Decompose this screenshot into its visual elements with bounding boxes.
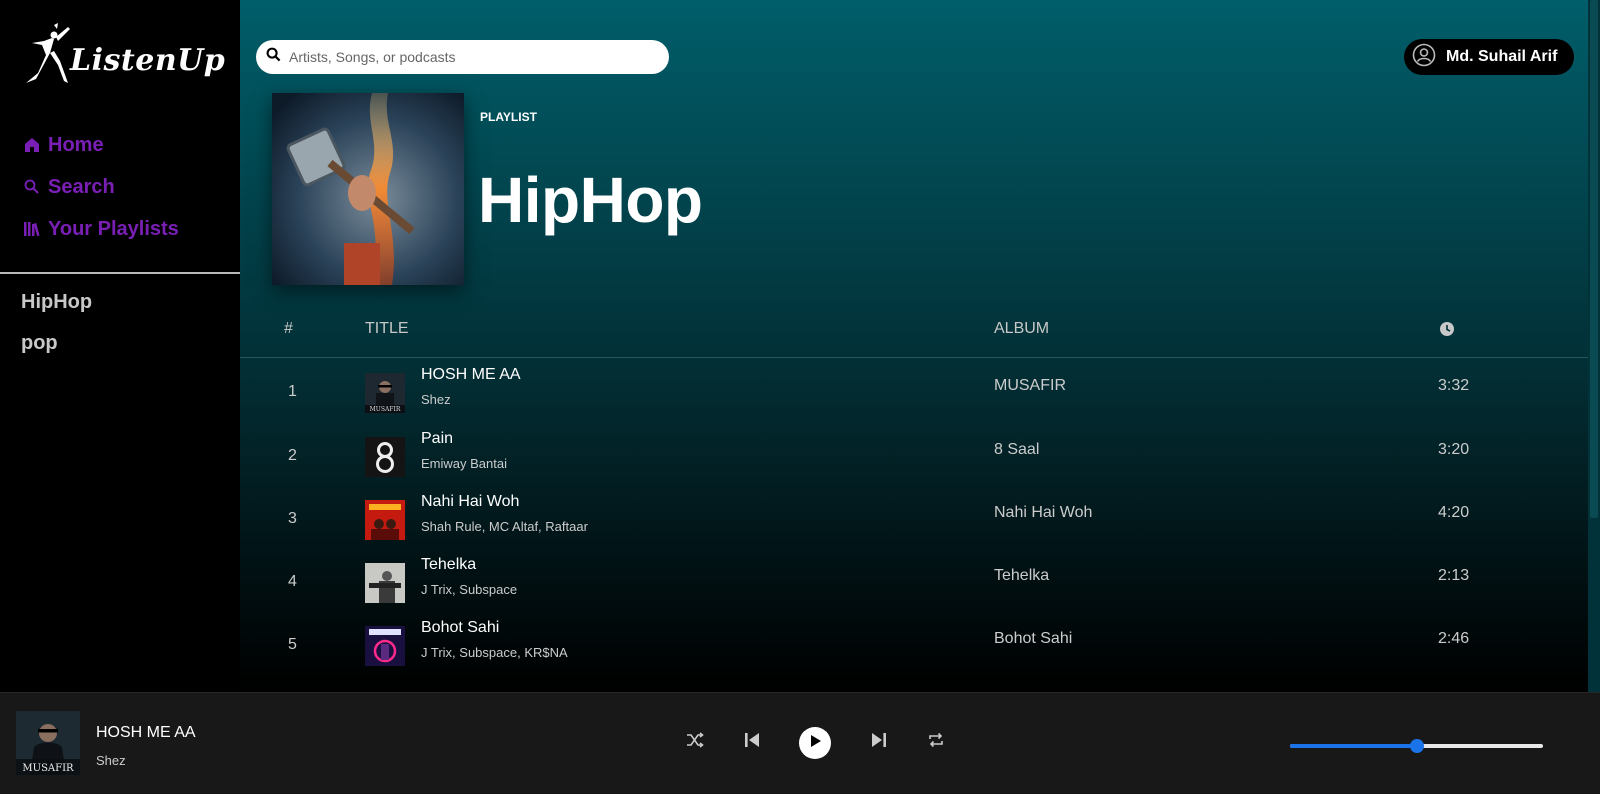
nav-your-playlists[interactable]: Your Playlists	[22, 208, 179, 250]
track-art	[365, 500, 405, 540]
track-number: 3	[288, 510, 297, 527]
now-playing-artist[interactable]: Shez	[96, 753, 126, 768]
column-album: ALBUM	[994, 320, 1050, 337]
dancer-logo-icon	[24, 21, 74, 87]
track-duration: 3:20	[1438, 441, 1470, 458]
track-artist[interactable]: Shez	[421, 392, 451, 407]
clock-icon	[1439, 321, 1455, 342]
sidebar-playlist-pop[interactable]: pop	[21, 329, 92, 370]
sidebar-divider	[0, 272, 240, 274]
track-row[interactable]: 3 Nahi Hai Woh Shah Rule, MC Altaf, Raft…	[240, 489, 1588, 551]
track-artist[interactable]: Emiway Bantai	[421, 456, 507, 471]
svg-text:MUSAFIR: MUSAFIR	[370, 406, 401, 413]
next-icon	[870, 731, 888, 754]
track-album[interactable]: Bohot Sahi	[994, 630, 1072, 648]
nav-search[interactable]: Search	[22, 166, 179, 208]
volume-knob[interactable]	[1409, 739, 1424, 753]
main-nav: Home Search Your Playlists	[22, 124, 179, 250]
playlist-cover-image	[272, 93, 464, 285]
volume-fill	[1290, 744, 1417, 748]
search-icon	[266, 47, 281, 67]
track-number: 2	[288, 447, 297, 464]
track-album[interactable]: 8 Saal	[994, 441, 1039, 459]
app-name: ListenUp	[70, 42, 226, 78]
column-number: #	[284, 320, 293, 337]
user-avatar-icon	[1412, 43, 1436, 72]
search-icon	[22, 177, 42, 197]
track-duration: 4:20	[1438, 504, 1470, 521]
volume-slider[interactable]	[1290, 739, 1543, 753]
next-button[interactable]	[867, 730, 891, 754]
track-artist[interactable]: J Trix, Subspace	[421, 582, 517, 597]
track-duration: 2:46	[1438, 630, 1470, 647]
now-playing-art-text: MUSAFIR	[22, 763, 74, 774]
playlist-kind-label: PLAYLIST	[480, 110, 537, 124]
playlist-title: HipHop	[478, 164, 703, 236]
track-row[interactable]: 5 Bohot Sahi J Trix, Subspace, KR$NA Boh…	[240, 615, 1588, 677]
track-duration: 2:13	[1438, 567, 1470, 584]
sidebar: ListenUp Home Search Your Playlists HipH…	[0, 0, 240, 692]
repeat-icon	[927, 731, 945, 754]
user-name: Md. Suhail Arif	[1446, 48, 1558, 65]
main-scrollbar[interactable]	[1588, 0, 1600, 692]
sidebar-playlist-hiphop[interactable]: HipHop	[21, 288, 92, 329]
nav-home[interactable]: Home	[22, 124, 179, 166]
user-profile-button[interactable]: Md. Suhail Arif	[1404, 39, 1574, 75]
play-icon	[808, 734, 822, 753]
track-album[interactable]: Tehelka	[994, 567, 1049, 585]
track-title[interactable]: Tehelka	[421, 556, 476, 574]
track-number: 4	[288, 573, 297, 590]
previous-button[interactable]	[740, 730, 764, 754]
track-art	[365, 563, 405, 603]
track-title[interactable]: Nahi Hai Woh	[421, 493, 519, 511]
track-row[interactable]: 4 Tehelka J Trix, Subspace Tehelka 2:13	[240, 552, 1588, 614]
previous-icon	[743, 731, 761, 754]
nav-search-label: Search	[48, 175, 115, 198]
shuffle-icon	[686, 731, 704, 754]
track-number: 1	[288, 383, 297, 400]
track-number: 5	[288, 636, 297, 653]
track-title[interactable]: Bohot Sahi	[421, 619, 499, 637]
search-input[interactable]	[289, 49, 649, 65]
track-table-header: # TITLE ALBUM	[240, 314, 1588, 358]
track-title[interactable]: HOSH ME AA	[421, 366, 521, 384]
track-artist[interactable]: Shah Rule, MC Altaf, Raftaar	[421, 519, 588, 534]
track-row[interactable]: 1 MUSAFIR HOSH ME AA Shez MUSAFIR 3:32	[240, 362, 1588, 424]
track-album[interactable]: Nahi Hai Woh	[994, 504, 1092, 522]
track-art	[365, 437, 405, 477]
player-bar: MUSAFIR HOSH ME AA Shez	[0, 692, 1600, 794]
column-title: TITLE	[365, 320, 409, 337]
repeat-button[interactable]	[924, 730, 948, 754]
play-button[interactable]	[799, 727, 831, 759]
scrollbar-thumb[interactable]	[1590, 0, 1598, 518]
track-duration: 3:32	[1438, 377, 1470, 394]
track-title[interactable]: Pain	[421, 430, 453, 448]
nav-your-playlists-label: Your Playlists	[48, 217, 179, 240]
track-album[interactable]: MUSAFIR	[994, 377, 1066, 395]
now-playing-art: MUSAFIR	[16, 711, 80, 775]
track-artist[interactable]: J Trix, Subspace, KR$NA	[421, 645, 568, 660]
track-art: MUSAFIR	[365, 373, 405, 413]
search-bar[interactable]	[256, 40, 669, 74]
shuffle-button[interactable]	[683, 730, 707, 754]
home-icon	[22, 135, 42, 155]
nav-home-label: Home	[48, 133, 104, 156]
library-icon	[22, 219, 42, 239]
now-playing-title[interactable]: HOSH ME AA	[96, 724, 196, 742]
track-row[interactable]: 2 Pain Emiway Bantai 8 Saal 3:20	[240, 426, 1588, 488]
app-logo[interactable]: ListenUp	[24, 18, 225, 90]
main-content: Md. Suhail Arif PLA	[240, 0, 1600, 692]
track-art	[365, 626, 405, 666]
sidebar-playlists: HipHop pop	[21, 288, 92, 370]
